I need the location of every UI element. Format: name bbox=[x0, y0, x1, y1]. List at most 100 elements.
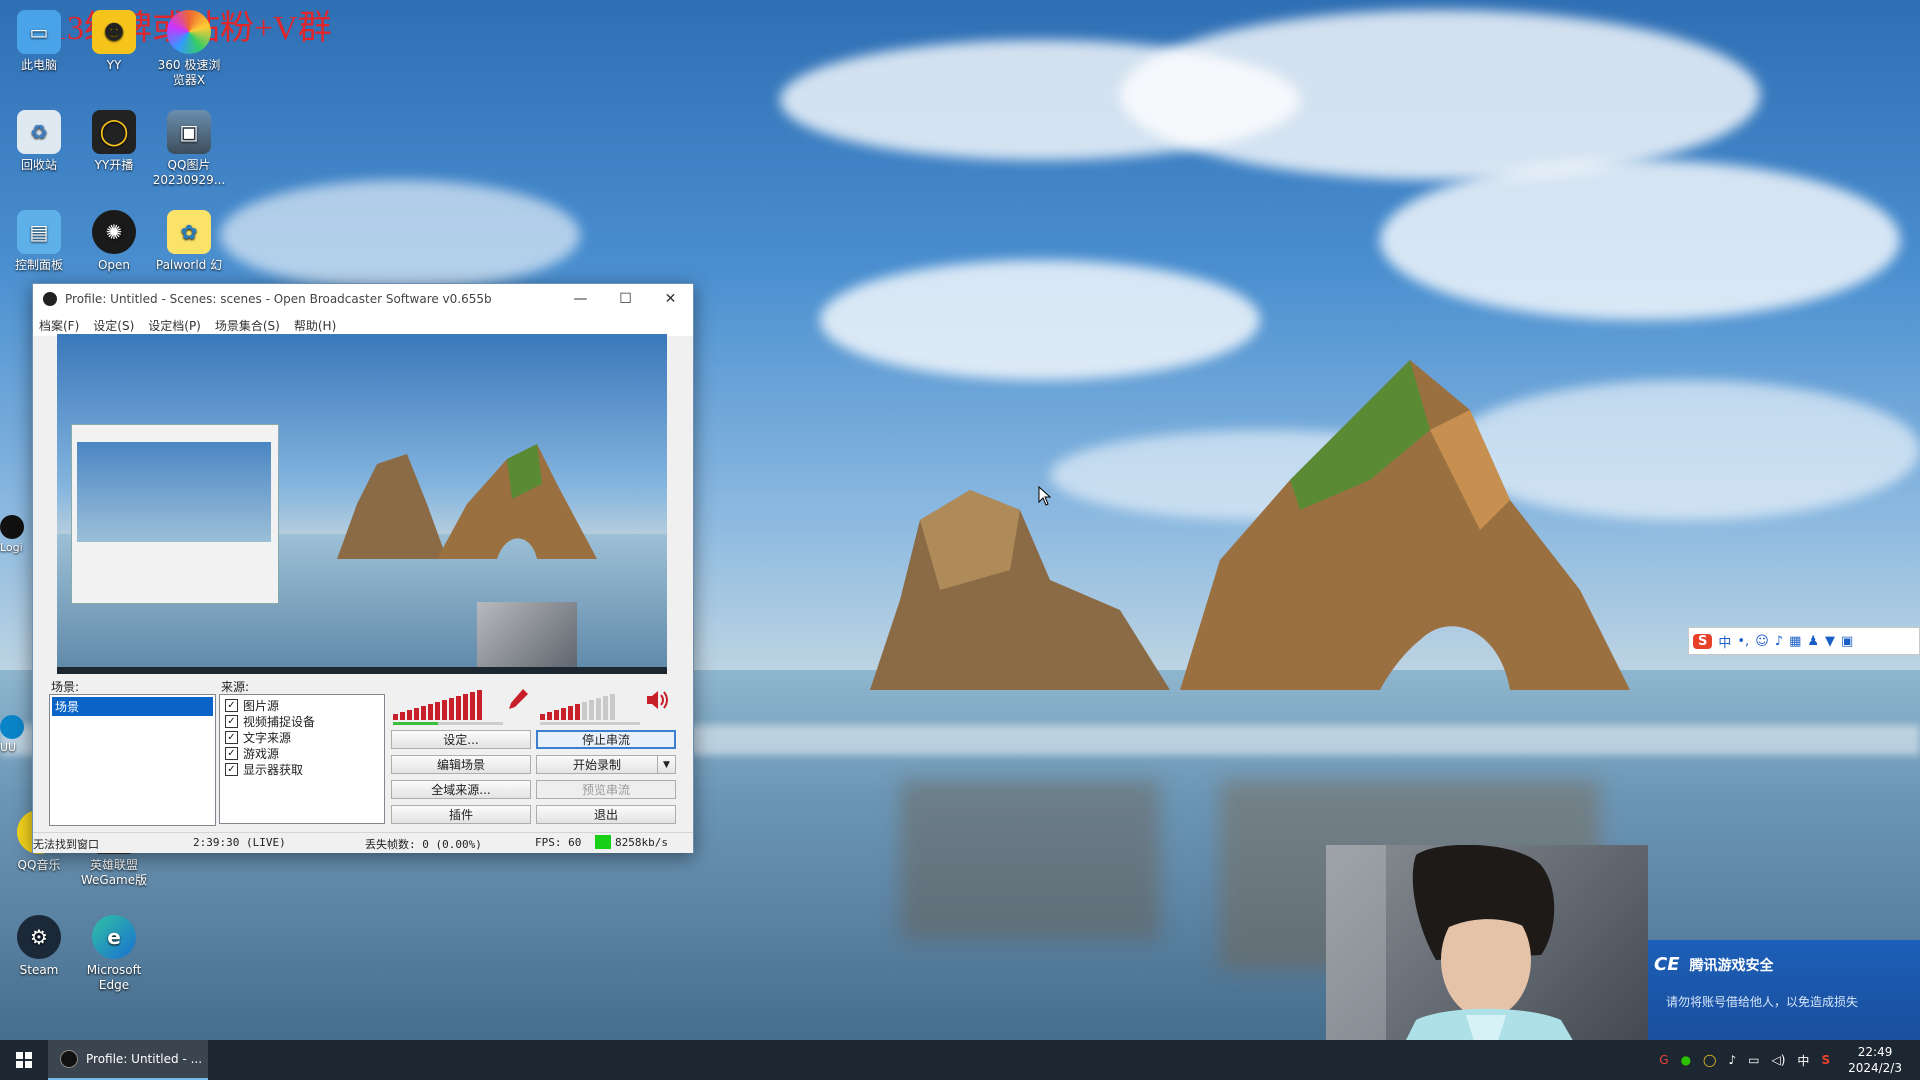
palworld-icon: ✿ bbox=[167, 210, 211, 254]
desktop-icon-partial[interactable]: UU bbox=[0, 715, 28, 765]
checkbox[interactable]: ✓ bbox=[225, 730, 238, 744]
desktop-icon-360-browser[interactable]: 360 极速浏览器X bbox=[152, 10, 226, 88]
source-item[interactable]: ✓ 图片源 bbox=[220, 697, 384, 713]
tray-wechat-icon[interactable]: ● bbox=[1681, 1053, 1691, 1067]
desktop-icon-steam[interactable]: ⚙ Steam bbox=[2, 915, 76, 978]
yy-icon: ☻ bbox=[92, 10, 136, 54]
source-item[interactable]: ✓ 文字来源 bbox=[220, 729, 384, 745]
scene-item[interactable]: 场景 bbox=[52, 697, 213, 716]
start-record-button[interactable]: 开始录制 bbox=[536, 755, 658, 774]
desktop-icon-computer[interactable]: ▭ 此电脑 bbox=[2, 10, 76, 73]
plugins-button[interactable]: 插件 bbox=[391, 805, 531, 824]
window-title: Profile: Untitled - Scenes: scenes - Ope… bbox=[65, 292, 492, 306]
desktop-volume-meter[interactable] bbox=[538, 684, 648, 726]
menu-settings[interactable]: 设定(S) bbox=[93, 317, 134, 334]
minimize-button[interactable]: — bbox=[558, 284, 603, 314]
stream-preview[interactable] bbox=[57, 334, 667, 674]
logi-icon bbox=[0, 515, 24, 539]
desktop-icon-obs[interactable]: ✺ Open bbox=[77, 210, 151, 273]
desktop-icon-control-panel[interactable]: ▤ 控制面板 bbox=[2, 210, 76, 273]
maximize-button[interactable]: ☐ bbox=[603, 284, 648, 314]
edge-icon: e bbox=[92, 915, 136, 959]
desktop-icon-qq-photo[interactable]: ▣ QQ图片20230929... bbox=[152, 110, 226, 188]
checkbox[interactable]: ✓ bbox=[225, 746, 238, 760]
tray-google-icon[interactable]: G bbox=[1659, 1053, 1668, 1067]
tray-sogou-icon[interactable]: S bbox=[1821, 1053, 1830, 1067]
punctuation-icon[interactable]: •, bbox=[1737, 634, 1749, 649]
checkbox[interactable]: ✓ bbox=[225, 714, 238, 728]
close-button[interactable]: ✕ bbox=[648, 284, 693, 314]
tray-network-icon[interactable]: ▭ bbox=[1748, 1053, 1759, 1067]
steam-icon: ⚙ bbox=[17, 915, 61, 959]
desktop-icon-edge[interactable]: e Microsoft Edge bbox=[77, 915, 151, 993]
user-icon[interactable]: ♟ bbox=[1807, 634, 1819, 649]
keyboard-icon[interactable]: ▦ bbox=[1789, 634, 1801, 649]
taskbar-item-label: Profile: Untitled - ... bbox=[86, 1052, 203, 1066]
desktop-icon-label: 控制面板 bbox=[14, 258, 63, 272]
desktop-icon-partial[interactable]: Logi bbox=[0, 515, 28, 565]
source-item[interactable]: ✓ 显示器获取 bbox=[220, 761, 384, 777]
microphone-icon[interactable]: ♪ bbox=[1775, 634, 1783, 649]
desktop-icon-palworld[interactable]: ✿ Palworld 幻 bbox=[152, 210, 226, 273]
global-sources-button[interactable]: 全域来源... bbox=[391, 780, 531, 799]
taskbar-clock[interactable]: 22:49 2024/2/3 bbox=[1848, 1044, 1902, 1076]
source-item[interactable]: ✓ 游戏源 bbox=[220, 745, 384, 761]
grid-icon[interactable]: ▣ bbox=[1841, 634, 1853, 649]
menu-file[interactable]: 档案(F) bbox=[39, 317, 79, 334]
desktop-icon-recycle-bin[interactable]: ♻ 回收站 bbox=[2, 110, 76, 173]
desktop-icon-label: Open bbox=[97, 258, 131, 272]
sogou-icon: S bbox=[1693, 633, 1713, 649]
checkbox[interactable]: ✓ bbox=[225, 698, 238, 712]
tray-microphone-icon[interactable]: ♪ bbox=[1728, 1053, 1736, 1067]
taskbar-item-obs[interactable]: Profile: Untitled - ... bbox=[48, 1040, 208, 1080]
status-fps: FPS: 60 bbox=[535, 836, 582, 849]
uu-icon bbox=[0, 715, 24, 739]
microphone-icon[interactable] bbox=[505, 686, 531, 712]
scenes-list[interactable]: 场景 bbox=[49, 694, 216, 826]
status-window: 无法找到窗口 bbox=[33, 838, 99, 851]
menu-profile[interactable]: 设定档(P) bbox=[148, 317, 201, 334]
sources-list[interactable]: ✓ 图片源 ✓ 视频捕捉设备 ✓ 文字来源 ✓ 游戏源 ✓ 显示器获取 bbox=[219, 694, 385, 824]
clock-time: 22:49 bbox=[1857, 1045, 1893, 1059]
record-dropdown-button[interactable]: ▼ bbox=[657, 755, 676, 774]
settings-button[interactable]: 设定... bbox=[391, 730, 531, 749]
obs-icon bbox=[60, 1050, 78, 1068]
desktop-icon-label: 360 极速浏览器X bbox=[157, 58, 221, 87]
obs-icon: ✺ bbox=[92, 210, 136, 254]
exit-button[interactable]: 退出 bbox=[536, 805, 676, 824]
taskbar: Profile: Untitled - ... G ● ◯ ♪ ▭ ◁) 中 S… bbox=[0, 1040, 1920, 1080]
tencent-security-toast[interactable]: CE 腾讯游戏安全 请勿将账号借给他人，以免造成损失 bbox=[1648, 940, 1920, 1040]
ime-mode[interactable]: 中 bbox=[1718, 632, 1731, 651]
menu-scene-collection[interactable]: 场景集合(S) bbox=[215, 317, 280, 334]
desktop-icon-label: 回收站 bbox=[20, 158, 57, 172]
rock-right bbox=[1180, 360, 1630, 690]
menu-help[interactable]: 帮助(H) bbox=[294, 317, 336, 334]
desktop-icon-label: 此电脑 bbox=[20, 58, 57, 72]
emoji-icon[interactable]: ☺ bbox=[1755, 634, 1769, 649]
chevron-down-icon: ▼ bbox=[663, 759, 670, 770]
start-button[interactable] bbox=[0, 1040, 48, 1080]
desktop-icon-yy[interactable]: ☻ YY bbox=[77, 10, 151, 73]
desktop-icon-label: YY bbox=[106, 58, 122, 72]
obs-menubar: 档案(F) 设定(S) 设定档(P) 场景集合(S) 帮助(H) bbox=[33, 314, 693, 336]
tray-yy-icon[interactable]: ◯ bbox=[1703, 1053, 1716, 1067]
desktop-icon-label: QQ音乐 bbox=[17, 858, 61, 872]
desktop-icon-label: QQ图片20230929... bbox=[152, 158, 226, 187]
obs-titlebar[interactable]: Profile: Untitled - Scenes: scenes - Ope… bbox=[33, 284, 693, 314]
preview-stream-button[interactable]: 预览串流 bbox=[536, 780, 676, 799]
desktop-icon-yy-live[interactable]: ◯ YY开播 bbox=[77, 110, 151, 173]
mouse-cursor-icon bbox=[1038, 486, 1052, 506]
tray-volume-icon[interactable]: ◁) bbox=[1772, 1053, 1786, 1067]
stop-stream-button[interactable]: 停止串流 bbox=[536, 730, 676, 749]
source-item[interactable]: ✓ 视频捕捉设备 bbox=[220, 713, 384, 729]
checkbox[interactable]: ✓ bbox=[225, 762, 238, 776]
rock-left bbox=[870, 490, 1170, 690]
skin-icon[interactable]: ▼ bbox=[1825, 634, 1835, 649]
toast-message: 请勿将账号借给他人，以免造成损失 bbox=[1666, 995, 1859, 1009]
ime-toolbar[interactable]: S 中 •, ☺ ♪ ▦ ♟ ▼ ▣ bbox=[1688, 627, 1920, 655]
speaker-icon[interactable] bbox=[645, 688, 671, 712]
obs-window[interactable]: Profile: Untitled - Scenes: scenes - Ope… bbox=[32, 283, 694, 853]
tray-ime-indicator[interactable]: 中 bbox=[1797, 1052, 1809, 1069]
sources-label: 来源: bbox=[221, 680, 250, 694]
edit-scene-button[interactable]: 编辑场景 bbox=[391, 755, 531, 774]
